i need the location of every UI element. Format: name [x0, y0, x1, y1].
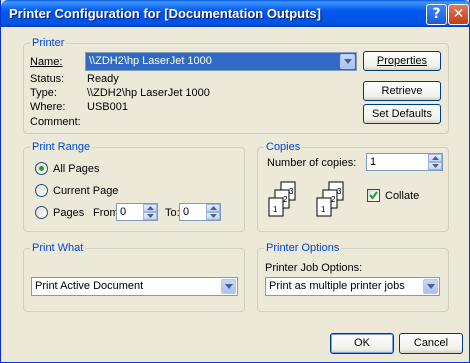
where-label: Where: [30, 101, 66, 113]
print-range-legend: Print Range [30, 141, 93, 153]
type-label: Type: [30, 87, 57, 99]
collate-stack-1: 3 2 1 [268, 181, 296, 217]
type-value: \\ZDH2\hp LaserJet 1000 [87, 87, 210, 99]
number-of-copies-label: Number of copies: [267, 157, 357, 169]
collate-label[interactable]: Collate [385, 190, 419, 202]
set-defaults-label: Set Defaults [372, 108, 432, 120]
collate-page-label: 3 [337, 187, 342, 196]
spin-down-icon[interactable] [428, 162, 442, 170]
from-value: 0 [120, 206, 127, 218]
properties-button-label: Properties [376, 55, 428, 67]
set-defaults-button[interactable]: Set Defaults [363, 104, 441, 124]
printer-job-options-value: Print as multiple printer jobs [269, 280, 405, 292]
status-label: Status: [30, 73, 65, 85]
printer-job-options-select[interactable]: Print as multiple printer jobs [265, 277, 440, 296]
comment-label: Comment: [30, 116, 81, 128]
spin-up-icon[interactable] [206, 204, 220, 212]
title-bar[interactable]: Printer Configuration for [Documentation… [1, 0, 470, 27]
to-label: To: [165, 207, 180, 219]
status-value: Ready [87, 73, 119, 85]
chevron-down-icon[interactable] [423, 279, 438, 294]
copies-legend: Copies [264, 141, 303, 153]
help-button[interactable]: ? [426, 4, 447, 25]
properties-button[interactable]: Properties [363, 51, 441, 71]
chevron-down-icon[interactable] [340, 54, 355, 69]
current-page-radio[interactable] [35, 184, 48, 197]
printer-name-value: \\ZDH2\hp LaserJet 1000 [89, 55, 212, 67]
window-title: Printer Configuration for [Documentation… [9, 6, 321, 21]
print-what-legend: Print What [30, 242, 86, 254]
printer-options-legend: Printer Options [264, 242, 342, 254]
collate-page-label: 1 [273, 205, 278, 214]
retrieve-defaults-button[interactable]: Retrieve Defaults [363, 81, 441, 115]
close-button[interactable]: ✕ [448, 4, 469, 25]
copies-value: 1 [370, 156, 377, 168]
printer-name-label: Name: [30, 56, 63, 68]
copies-spinner[interactable]: 1 [366, 153, 443, 171]
collate-stack-2: 3 2 1 [316, 181, 344, 217]
collate-page-label: 3 [289, 187, 294, 196]
spin-up-icon[interactable] [143, 204, 157, 212]
pages-label[interactable]: Pages [53, 207, 84, 219]
collate-page-label: 2 [283, 195, 288, 204]
cancel-button-label: Cancel [413, 337, 449, 349]
collate-checkbox[interactable] [367, 189, 380, 202]
cancel-button[interactable]: Cancel [399, 333, 463, 354]
ok-button-label: OK [354, 337, 370, 349]
current-page-label[interactable]: Current Page [53, 185, 118, 197]
all-pages-label[interactable]: All Pages [53, 163, 99, 175]
printer-job-options-label: Printer Job Options: [265, 262, 363, 274]
spin-down-icon[interactable] [143, 212, 157, 220]
spin-down-icon[interactable] [206, 212, 220, 220]
chevron-down-icon[interactable] [221, 279, 236, 294]
print-what-select[interactable]: Print Active Document [31, 277, 238, 296]
to-value: 0 [183, 206, 190, 218]
pages-radio[interactable] [35, 206, 48, 219]
all-pages-radio[interactable] [35, 162, 48, 175]
print-what-value: Print Active Document [35, 280, 144, 292]
checkmark-icon [369, 191, 378, 200]
printer-config-dialog: Printer Configuration for [Documentation… [0, 0, 470, 363]
collate-page-label: 1 [321, 205, 326, 214]
from-spinner[interactable]: 0 [116, 203, 158, 221]
printer-legend: Printer [30, 37, 67, 49]
where-value: USB001 [87, 101, 128, 113]
spin-up-icon[interactable] [428, 154, 442, 162]
collate-page-label: 2 [331, 195, 336, 204]
printer-name-select[interactable]: \\ZDH2\hp LaserJet 1000 [85, 52, 357, 71]
to-spinner[interactable]: 0 [179, 203, 221, 221]
ok-button[interactable]: OK [330, 333, 394, 354]
collate-pages-icon: 3 2 1 3 2 1 [268, 181, 344, 217]
